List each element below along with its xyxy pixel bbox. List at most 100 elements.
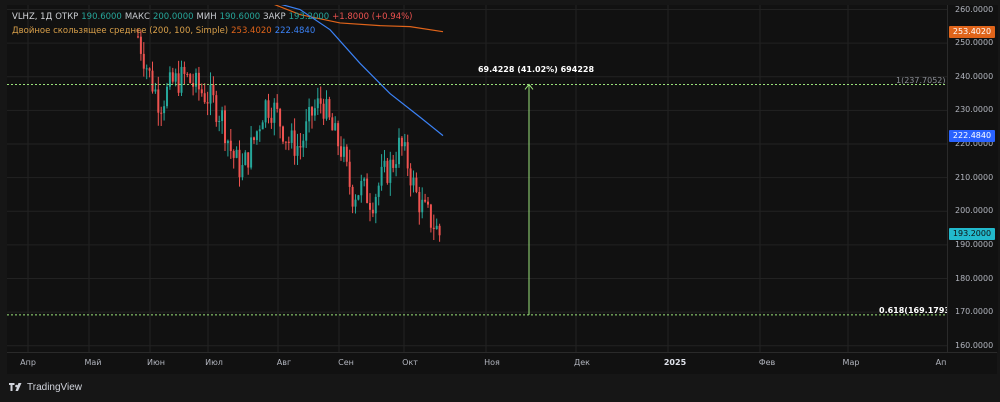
candle-body bbox=[351, 186, 354, 207]
candle-body bbox=[189, 74, 192, 83]
price-tick-label: 230.0000 bbox=[955, 105, 994, 115]
candle-body bbox=[212, 84, 215, 96]
time-tick-label: Фев bbox=[758, 358, 776, 367]
price-tick-label: 200.0000 bbox=[955, 206, 994, 216]
candle-body bbox=[276, 102, 279, 109]
candle-body bbox=[305, 121, 308, 141]
time-tick-label: Ап bbox=[935, 358, 947, 367]
candle-body bbox=[392, 159, 395, 168]
candle-body bbox=[438, 225, 441, 236]
candle-body bbox=[316, 98, 319, 109]
candle-body bbox=[235, 149, 238, 158]
price-tick-label: 260.0000 bbox=[955, 4, 994, 14]
candle-body bbox=[215, 95, 218, 122]
candle-body bbox=[232, 150, 235, 158]
footer-bar: TradingView bbox=[0, 374, 1000, 402]
candle-body bbox=[357, 195, 360, 200]
candle-body bbox=[250, 137, 253, 168]
candle-body bbox=[241, 165, 244, 178]
chart-window: VLHZ, 1Д ОТКР 190.6000 МАКС 200.0000 МИН 190.6… bbox=[0, 0, 1000, 402]
candle-body bbox=[151, 70, 154, 92]
close-value: 193.2000 bbox=[288, 12, 330, 22]
candle-body bbox=[424, 199, 427, 202]
candle-body bbox=[383, 160, 386, 167]
candle-body bbox=[279, 108, 282, 127]
candle-body bbox=[224, 110, 226, 144]
candle-body bbox=[166, 86, 168, 107]
ma-value-fast: 222.4840 bbox=[274, 26, 316, 36]
price-scale[interactable]: 260.0000 250.0000 240.0000 230.0000 220.0000… bbox=[947, 5, 998, 352]
candle-body bbox=[203, 93, 206, 103]
low-value: 190.6000 bbox=[219, 12, 261, 22]
chart-pane[interactable]: VLHZ, 1Д ОТКР 190.6000 МАКС 200.0000 МИН 190.6… bbox=[7, 5, 947, 352]
candle-body bbox=[380, 166, 383, 186]
candle-body bbox=[154, 89, 157, 92]
time-tick-label: Сен bbox=[338, 358, 354, 367]
candle-body bbox=[290, 130, 293, 143]
candle-body bbox=[311, 107, 313, 116]
candle-body bbox=[415, 177, 418, 192]
price-tick-label: 180.0000 bbox=[955, 273, 994, 283]
price-tick-label: 210.0000 bbox=[955, 172, 994, 182]
candle-body bbox=[354, 199, 357, 207]
candle-body bbox=[421, 199, 424, 213]
time-tick-label: Дек bbox=[573, 358, 591, 367]
candle-body bbox=[366, 178, 369, 203]
candle-body bbox=[270, 117, 273, 123]
price-tick-label: 170.0000 bbox=[955, 307, 994, 317]
high-label: МАКС bbox=[124, 12, 150, 22]
candle-body bbox=[171, 72, 174, 82]
candle-body bbox=[345, 146, 348, 162]
candle-body bbox=[389, 159, 392, 183]
candle-body bbox=[369, 202, 371, 210]
close-label: ЗАКР bbox=[263, 12, 286, 22]
candle-body bbox=[302, 140, 305, 148]
candle-body bbox=[255, 131, 258, 141]
candle-body bbox=[293, 130, 296, 156]
candle-body bbox=[253, 137, 255, 141]
high-value: 200.0000 bbox=[152, 12, 194, 22]
time-tick-label: Май bbox=[84, 358, 102, 367]
candle-body bbox=[177, 73, 180, 93]
candle-body bbox=[142, 53, 145, 69]
candle-body bbox=[287, 141, 290, 143]
candle-body bbox=[299, 146, 302, 148]
candle-body bbox=[226, 140, 229, 144]
legend-header: VLHZ, 1Д ОТКР 190.6000 МАКС 200.0000 МИН 190.6… bbox=[12, 10, 416, 38]
candle-body bbox=[409, 168, 412, 186]
candle-body bbox=[229, 140, 232, 151]
candle-body bbox=[432, 227, 435, 230]
time-tick-label: Ноя bbox=[484, 358, 500, 367]
time-tick-label: Авг bbox=[276, 358, 292, 367]
candle-body bbox=[406, 142, 409, 169]
open-label: ОТКР bbox=[55, 12, 79, 22]
candle-body bbox=[157, 89, 160, 113]
candle-body bbox=[427, 201, 429, 205]
candle-body bbox=[319, 98, 322, 104]
candle-body bbox=[363, 178, 366, 181]
candle-body bbox=[429, 204, 432, 228]
low-label: МИН bbox=[196, 12, 217, 22]
symbol-label[interactable]: VLHZ, 1Д bbox=[12, 12, 52, 22]
candle-body bbox=[258, 129, 261, 132]
candle-body bbox=[337, 123, 340, 147]
candle-body bbox=[328, 99, 331, 118]
candle-body bbox=[412, 177, 415, 186]
candle-body bbox=[206, 102, 209, 104]
candle-body bbox=[322, 103, 325, 119]
tradingview-logo[interactable]: TradingView bbox=[9, 382, 82, 393]
candle-body bbox=[148, 68, 151, 71]
candle-body bbox=[186, 73, 189, 75]
candle-body bbox=[284, 141, 287, 143]
ma-indicator-name[interactable]: Двойное скользящее среднее (200, 100, Si… bbox=[12, 26, 228, 36]
candle-body bbox=[139, 36, 142, 54]
time-scale[interactable]: Апр Май Июн Июл Авг Сен Окт Ноя Дек 2025 Фев Мар Ап bbox=[7, 352, 997, 375]
candle-body bbox=[160, 112, 163, 114]
price-tag: 253.4020 bbox=[949, 25, 995, 38]
candle-body bbox=[267, 100, 270, 118]
candle-body bbox=[264, 100, 267, 123]
price-tick-label: 190.0000 bbox=[955, 239, 994, 249]
price-chart[interactable] bbox=[7, 5, 947, 352]
price-tag: 193.2000 bbox=[949, 228, 995, 241]
candle-body bbox=[174, 73, 177, 82]
